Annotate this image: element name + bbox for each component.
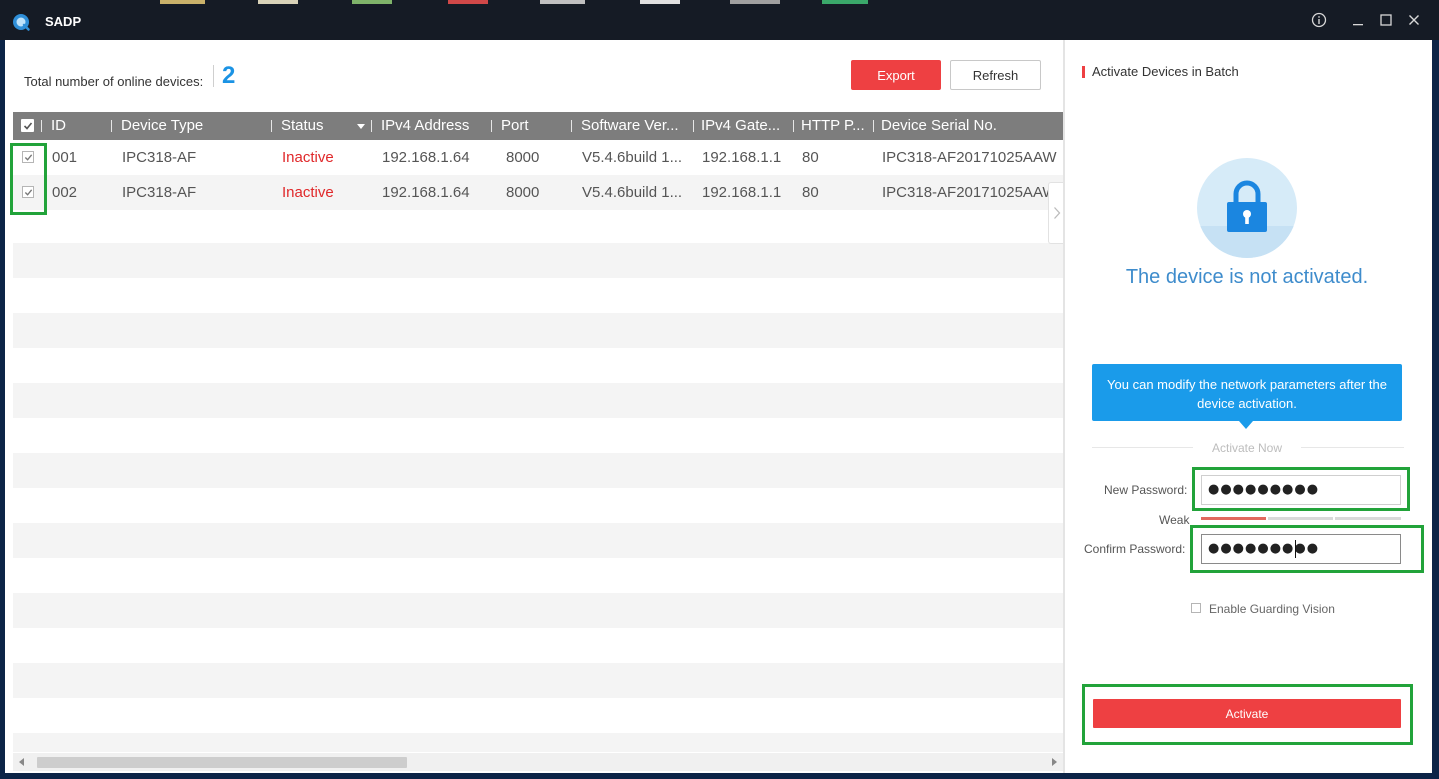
- column-header-serial-no[interactable]: Device Serial No.: [881, 112, 1063, 140]
- column-header-software-version[interactable]: Software Ver...: [581, 112, 693, 140]
- minimize-icon: [1353, 24, 1363, 26]
- minimize-button[interactable]: [1348, 10, 1368, 30]
- taskbar-strip: [0, 0, 1439, 4]
- confirm-password-highlight: [1190, 525, 1424, 573]
- column-header-ipv4-address[interactable]: IPv4 Address: [381, 112, 491, 140]
- info-button[interactable]: [1309, 10, 1329, 30]
- cell-device-type: IPC318-AF: [122, 149, 197, 166]
- not-activated-message: The device is not activated.: [1125, 266, 1369, 288]
- horizontal-scrollbar[interactable]: [13, 753, 1063, 771]
- scrollbar-thumb[interactable]: [37, 757, 407, 768]
- header-separator: [693, 120, 694, 132]
- lock-badge: [1197, 158, 1297, 258]
- cell-device-type: IPC318-AF: [122, 184, 197, 201]
- empty-row: [13, 663, 1063, 698]
- cell-ipv4-gateway: 192.168.1.1: [702, 149, 782, 166]
- strength-bar-medium: [1268, 517, 1333, 520]
- cell-ipv4-address: 192.168.1.64: [382, 184, 470, 201]
- cell-port: 8000: [506, 149, 540, 166]
- new-password-highlight: [1192, 467, 1410, 511]
- activation-tip: You can modify the network parameters af…: [1092, 364, 1402, 421]
- empty-row: [13, 593, 1063, 628]
- total-separator: [213, 65, 214, 87]
- app-title: SADP: [45, 14, 82, 29]
- close-button[interactable]: [1404, 10, 1424, 30]
- cell-http-port: 80: [802, 184, 819, 201]
- header-separator: [41, 120, 42, 132]
- empty-row: [13, 523, 1063, 558]
- sadp-logo-icon: [13, 14, 30, 31]
- column-header-ipv4-gateway[interactable]: IPv4 Gate...: [701, 112, 793, 140]
- tip-arrow: [1239, 421, 1253, 429]
- activate-button-highlight: [1082, 684, 1413, 745]
- activate-now-label: Activate Now: [1193, 441, 1301, 455]
- header-separator: [371, 120, 372, 132]
- table-row[interactable]: 001 IPC318-AF Inactive 192.168.1.64 8000…: [13, 140, 1063, 175]
- cell-software-version: V5.4.6build 1...: [582, 149, 683, 166]
- device-table: ID Device Type Status IPv4 Address Port …: [13, 112, 1063, 752]
- strength-bar-weak: [1201, 517, 1266, 520]
- empty-row: [13, 313, 1063, 348]
- new-password-label: New Password:: [1104, 483, 1188, 497]
- cell-status: Inactive: [282, 184, 334, 201]
- enable-guarding-vision-checkbox[interactable]: [1191, 603, 1201, 613]
- activate-panel: Activate Devices in Batch The device is …: [1065, 40, 1432, 773]
- header-separator: [793, 120, 794, 132]
- close-icon: [1409, 15, 1419, 25]
- empty-row: [13, 243, 1063, 278]
- total-online-label: Total number of online devices:: [24, 74, 204, 89]
- export-button[interactable]: Export: [851, 60, 941, 90]
- scroll-right-arrow-icon[interactable]: [1052, 758, 1057, 766]
- column-header-device-type[interactable]: Device Type: [121, 112, 271, 140]
- chevron-right-icon: [1053, 207, 1060, 219]
- enable-guarding-vision-label[interactable]: Enable Guarding Vision: [1209, 602, 1335, 616]
- maximize-icon: [1380, 14, 1392, 26]
- column-header-http-port[interactable]: HTTP P...: [801, 112, 873, 140]
- column-header-id[interactable]: ID: [51, 112, 111, 140]
- column-header-status[interactable]: Status: [281, 112, 351, 140]
- header-separator: [491, 120, 492, 132]
- panel-title-accent: [1082, 66, 1085, 78]
- info-icon: [1311, 12, 1327, 28]
- refresh-button[interactable]: Refresh: [950, 60, 1041, 90]
- cell-id: 001: [52, 149, 78, 166]
- cell-serial-no: IPC318-AF20171025AAW: [882, 184, 1057, 201]
- empty-row: [13, 733, 1063, 752]
- select-all-checkbox[interactable]: [21, 119, 34, 132]
- cell-ipv4-address: 192.168.1.64: [382, 149, 470, 166]
- check-icon: [23, 121, 32, 130]
- title-bar: SADP: [0, 0, 1439, 40]
- empty-row: [13, 453, 1063, 488]
- cell-serial-no: IPC318-AF20171025AAW: [882, 149, 1057, 166]
- column-header-port[interactable]: Port: [501, 112, 571, 140]
- password-strength-label: Weak: [1159, 513, 1190, 527]
- window-frame-right: [1432, 40, 1439, 779]
- table-row[interactable]: 002 IPC318-AF Inactive 192.168.1.64 8000…: [13, 175, 1063, 210]
- cell-id: 002: [52, 184, 78, 201]
- panel-title: Activate Devices in Batch: [1092, 64, 1239, 79]
- status-sort-icon[interactable]: [357, 124, 365, 129]
- empty-row: [13, 383, 1063, 418]
- cell-status: Inactive: [282, 149, 334, 166]
- cell-software-version: V5.4.6build 1...: [582, 184, 683, 201]
- checkbox-highlight: [10, 143, 47, 215]
- confirm-password-label: Confirm Password:: [1084, 542, 1186, 556]
- header-separator: [571, 120, 572, 132]
- header-separator: [873, 120, 874, 132]
- device-list-panel: Total number of online devices: 2 Export…: [5, 40, 1063, 773]
- total-online-count: 2: [222, 62, 236, 89]
- scroll-left-arrow-icon[interactable]: [19, 758, 24, 766]
- cell-ipv4-gateway: 192.168.1.1: [702, 184, 782, 201]
- collapse-panel-button[interactable]: [1048, 182, 1064, 244]
- header-separator: [271, 120, 272, 132]
- strength-bar-strong: [1335, 517, 1401, 520]
- table-header: ID Device Type Status IPv4 Address Port …: [13, 112, 1063, 140]
- cell-http-port: 80: [802, 149, 819, 166]
- header-separator: [111, 120, 112, 132]
- maximize-button[interactable]: [1376, 10, 1396, 30]
- window-frame-bottom: [0, 773, 1439, 779]
- lock-icon: [1227, 180, 1267, 232]
- cell-port: 8000: [506, 184, 540, 201]
